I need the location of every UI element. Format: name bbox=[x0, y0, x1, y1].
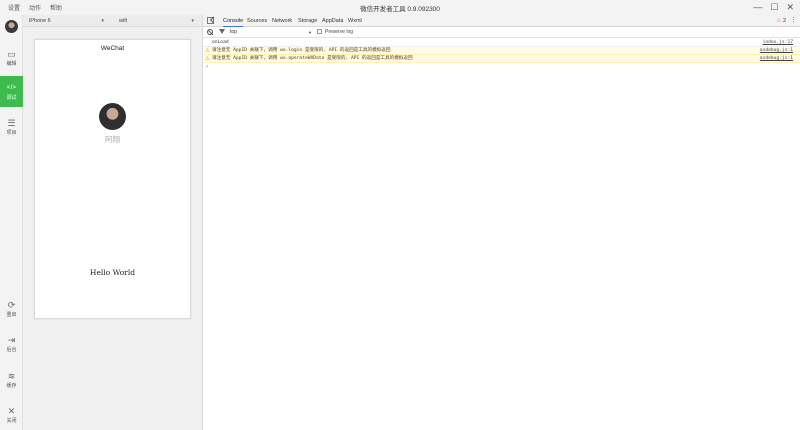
sidebar-item-label: 项目 bbox=[6, 130, 17, 136]
log-source-link[interactable]: asdebug.js:1 bbox=[760, 55, 793, 63]
log-message: onLoad bbox=[212, 40, 229, 45]
inspect-element-icon[interactable] bbox=[207, 17, 214, 24]
sidebar-item-cache[interactable]: ≋ 缓存 bbox=[0, 364, 23, 395]
network-select[interactable]: wifi ▼ bbox=[113, 16, 195, 26]
device-select-value: iPhone 6 bbox=[29, 18, 51, 24]
chevron-down-icon: ▼ bbox=[100, 18, 105, 23]
sidebar-item-close[interactable]: ✕ 关闭 bbox=[0, 399, 23, 430]
user-avatar[interactable] bbox=[5, 20, 18, 33]
sidebar-item-label: 编辑 bbox=[6, 61, 17, 67]
phone-user-avatar[interactable] bbox=[99, 103, 126, 130]
sidebar-item-background[interactable]: ⇥ 后台 bbox=[0, 328, 23, 359]
close-icon: ✕ bbox=[7, 406, 16, 416]
warning-icon: ⚠ bbox=[205, 56, 210, 62]
device-select[interactable]: iPhone 6 ▼ bbox=[23, 16, 105, 26]
console-prompt[interactable]: › bbox=[203, 63, 800, 71]
phone-screen[interactable]: WeChat 阿翔 Hello World bbox=[34, 39, 191, 319]
editor-icon: ▭ bbox=[7, 49, 16, 59]
simulator-area: WeChat 阿翔 Hello World bbox=[23, 27, 202, 430]
restart-icon: ⟳ bbox=[7, 300, 16, 310]
title-bar: 设置 动作 帮助 微信开发者工具 0.9.092300 — ☐ ✕ bbox=[0, 0, 800, 15]
context-select[interactable]: top ▼ bbox=[230, 29, 312, 36]
warning-counter[interactable]: ⚠ 2 bbox=[776, 18, 786, 24]
tab-wxml[interactable]: Wxml bbox=[348, 15, 362, 27]
sidebar-item-label: 后台 bbox=[6, 347, 17, 353]
log-message: 请注意无 AppID 关联下，调用 wx.operateWXData 是受限的,… bbox=[212, 56, 413, 61]
more-options-icon[interactable]: ⋮ bbox=[790, 16, 797, 24]
filter-icon[interactable] bbox=[219, 29, 225, 34]
preserve-log-label: Preserve log bbox=[325, 29, 354, 35]
simulator-toolbar: iPhone 6 ▼ wifi ▼ bbox=[23, 15, 202, 27]
sidebar-item-debug[interactable]: </> 调试 bbox=[0, 76, 23, 107]
code-icon: </> bbox=[6, 84, 17, 91]
chevron-down-icon: ▼ bbox=[308, 30, 312, 35]
log-message: 请注意无 AppID 关联下，调用 wx.login 是受限的, API 的返回… bbox=[212, 48, 391, 53]
minimize-icon[interactable]: — bbox=[753, 2, 762, 12]
sidebar-item-project[interactable]: ☰ 项目 bbox=[0, 111, 23, 142]
log-source-link[interactable]: asdebug.js:1 bbox=[760, 47, 793, 55]
console-log-row: onLoad index.js:17 bbox=[203, 39, 800, 47]
phone-user-name: 阿翔 bbox=[105, 135, 120, 144]
devtools-tabbar: Console Sources Network Storage AppData … bbox=[203, 15, 800, 27]
sidebar-item-restart[interactable]: ⟳ 重启 bbox=[0, 293, 23, 324]
console-toolbar: top ▼ Preserve log bbox=[203, 27, 800, 38]
tab-sources[interactable]: Sources bbox=[247, 15, 267, 27]
sidebar-item-label: 调试 bbox=[6, 95, 17, 101]
list-icon: ☰ bbox=[7, 118, 16, 128]
maximize-icon[interactable]: ☐ bbox=[770, 2, 778, 12]
hello-text[interactable]: Hello World bbox=[35, 268, 190, 277]
preserve-log-checkbox[interactable]: Preserve log bbox=[317, 28, 354, 36]
window-controls: — ☐ ✕ bbox=[753, 2, 794, 12]
sidebar-item-editor[interactable]: ▭ 编辑 bbox=[0, 42, 23, 73]
sidebar-item-label: 关闭 bbox=[6, 418, 17, 424]
cache-icon: ≋ bbox=[7, 371, 16, 381]
log-source-link[interactable]: index.js:17 bbox=[763, 39, 793, 47]
background-icon: ⇥ bbox=[7, 335, 16, 345]
sidebar-item-label: 重启 bbox=[6, 312, 17, 318]
warning-count: 2 bbox=[782, 18, 786, 24]
console-output: onLoad index.js:17 ⚠ 请注意无 AppID 关联下，调用 w… bbox=[203, 39, 800, 71]
tab-storage[interactable]: Storage bbox=[298, 15, 317, 27]
tab-network[interactable]: Network bbox=[272, 15, 292, 27]
chevron-down-icon: ▼ bbox=[190, 18, 195, 23]
close-window-icon[interactable]: ✕ bbox=[786, 2, 794, 12]
warning-icon: ⚠ bbox=[205, 48, 210, 54]
console-warning-row: ⚠ 请注意无 AppID 关联下，调用 wx.login 是受限的, API 的… bbox=[203, 47, 800, 55]
checkbox-icon bbox=[317, 28, 322, 34]
context-select-value: top bbox=[230, 29, 237, 35]
network-select-value: wifi bbox=[119, 18, 127, 24]
tab-appdata[interactable]: AppData bbox=[322, 15, 343, 27]
console-warning-row: ⚠ 请注意无 AppID 关联下，调用 wx.operateWXData 是受限… bbox=[203, 55, 800, 63]
phone-nav-title: WeChat bbox=[100, 45, 125, 52]
warning-icon: ⚠ bbox=[776, 18, 782, 24]
sidebar-item-label: 缓存 bbox=[6, 383, 17, 389]
app-title: 微信开发者工具 0.9.092300 bbox=[360, 6, 440, 13]
tab-console[interactable]: Console bbox=[223, 15, 244, 27]
sidebar: ▭ 编辑 </> 调试 ☰ 项目 ⟳ 重启 ⇥ 后台 ≋ 缓存 ✕ 关闭 bbox=[0, 15, 23, 430]
clear-console-icon[interactable] bbox=[207, 29, 213, 35]
devtools-panel: Console Sources Network Storage AppData … bbox=[202, 15, 800, 430]
